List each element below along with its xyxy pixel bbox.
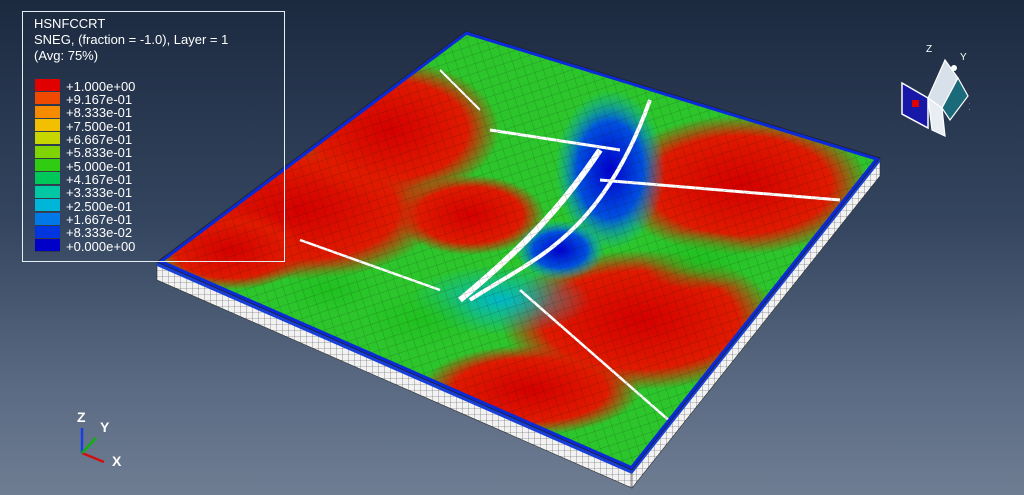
legend-swatch	[35, 172, 60, 186]
legend-value-label: +1.000e+00	[66, 78, 136, 94]
legend-swatch	[35, 105, 60, 119]
cube-y-label: Y	[960, 52, 967, 63]
legend-value-label: +9.167e-01	[66, 91, 133, 107]
legend-variable-label: SNEG, (fraction = -1.0), Layer = 1	[34, 32, 229, 47]
legend-swatch	[35, 239, 60, 253]
axis-x-label: X	[112, 453, 122, 468]
legend-value-label: +3.333e-01	[66, 185, 133, 201]
legend-value-label: +1.667e-01	[66, 212, 133, 227]
legend-value-label: +0.000e+00	[66, 238, 136, 254]
legend-swatch	[35, 119, 60, 133]
legend-title: HSNFCCRT	[34, 16, 106, 31]
legend-swatch	[35, 145, 60, 159]
axis-z-label: Z	[77, 409, 86, 425]
legend-swatch	[35, 159, 60, 173]
legend-swatch	[35, 79, 60, 92]
legend-value-label: +5.000e-01	[66, 158, 133, 174]
legend-swatch	[35, 185, 60, 199]
legend-swatch	[35, 92, 60, 106]
legend-value-label: +7.500e-01	[66, 118, 133, 134]
legend-value-label: +6.667e-01	[66, 131, 133, 147]
legend-value-label: +2.500e-01	[66, 198, 133, 214]
legend-averaging-label: (Avg: 75%)	[34, 48, 99, 63]
legend-swatch	[35, 199, 60, 213]
cube-x-label: X	[969, 102, 970, 113]
legend-swatch	[35, 212, 60, 226]
legend-value-label: +5.833e-01	[66, 145, 133, 161]
cube-z-label: Z	[926, 44, 932, 55]
view-cube[interactable]: Z Y X	[890, 38, 970, 138]
axis-triad: Z Y X	[77, 409, 122, 468]
legend-value-label: +8.333e-01	[66, 105, 133, 121]
legend-value-label: +4.167e-01	[66, 171, 133, 187]
legend-value-label: +8.333e-02	[66, 225, 133, 241]
legend-swatch	[35, 225, 60, 239]
axis-y-label: Y	[100, 419, 110, 435]
legend-swatch	[35, 132, 60, 146]
